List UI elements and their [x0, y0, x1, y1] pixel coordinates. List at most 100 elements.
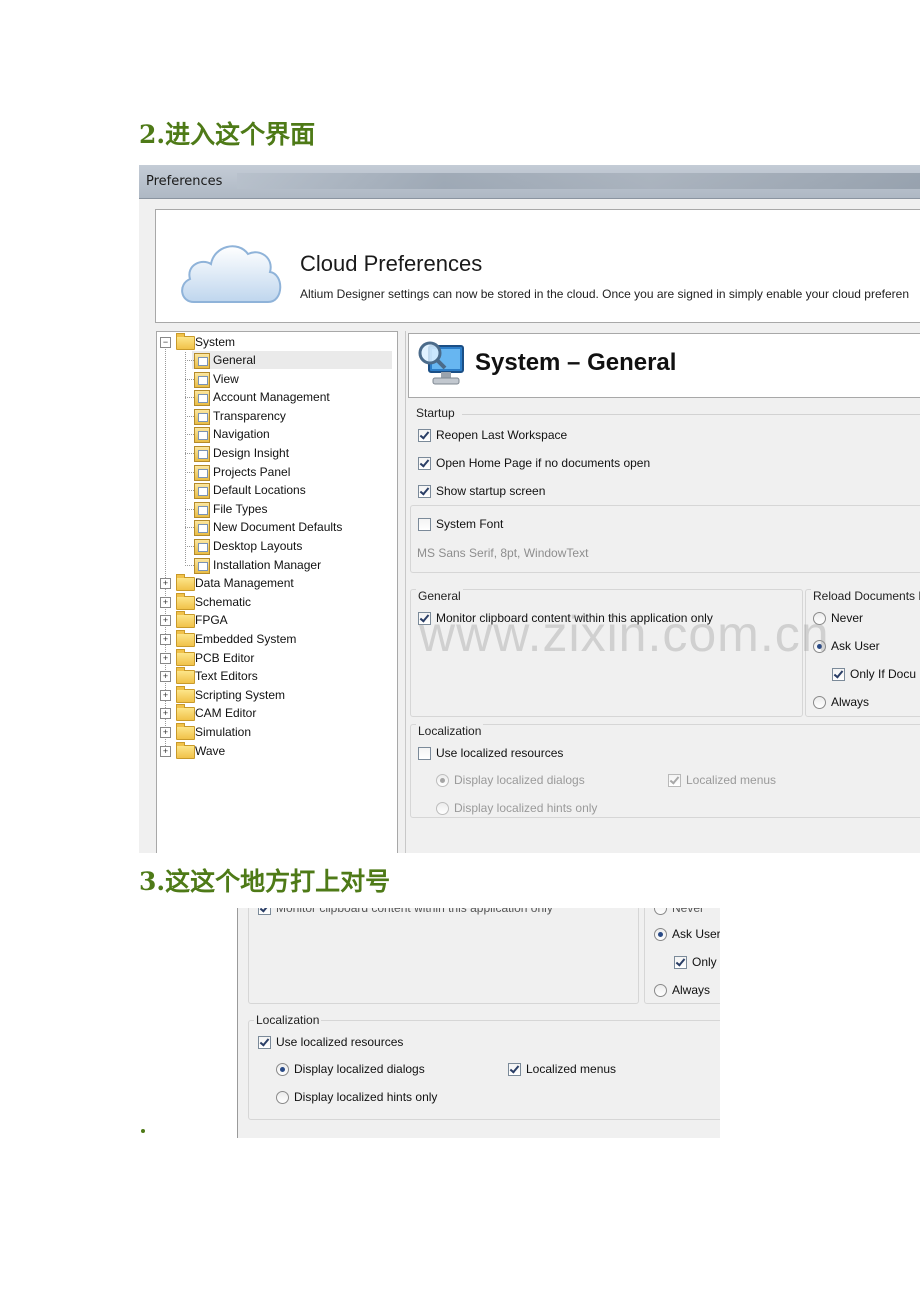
expand-icon[interactable]: + — [160, 689, 171, 701]
checkbox-checked[interactable] — [258, 1036, 271, 1049]
general-group-crop — [248, 908, 639, 1004]
tree-item-label: Navigation — [213, 427, 270, 442]
system-general-header: System – General — [408, 333, 920, 398]
tree-item-general[interactable]: General — [185, 351, 392, 369]
cloud-description: Altium Designer settings can now be stor… — [300, 287, 910, 301]
radio-label: Display localized dialogs — [454, 773, 585, 787]
tree-item-label: Design Insight — [213, 446, 290, 460]
page-icon — [194, 520, 210, 537]
tree-item-label: Simulation — [195, 725, 252, 739]
tree-guide-line — [185, 546, 194, 547]
radio-unselected[interactable] — [813, 696, 826, 709]
watermark: www.zixin.com.cn — [419, 606, 830, 662]
expand-icon[interactable]: + — [160, 671, 171, 683]
page-icon — [194, 464, 210, 481]
tree-guide-line — [185, 352, 186, 563]
folder-icon — [176, 741, 195, 759]
folder-open-icon — [176, 333, 195, 350]
checkbox-label: Use localized resources — [276, 1035, 404, 1049]
radio-label: Always — [672, 983, 711, 997]
expand-icon[interactable]: + — [160, 596, 171, 608]
radio-selected[interactable] — [276, 1063, 289, 1076]
radio-disabled-selected[interactable] — [436, 774, 449, 787]
radio-label: Display localized hints only — [294, 1090, 438, 1104]
tree-guide-line — [185, 360, 194, 361]
checkbox-label: Localized menus — [686, 773, 777, 787]
tree-item-label: General — [213, 353, 256, 367]
expand-icon[interactable]: + — [160, 578, 171, 590]
tree-guide-line — [185, 434, 194, 436]
cloud-title: Cloud Preferences — [300, 251, 483, 276]
page-icon — [194, 446, 210, 462]
collapse-icon[interactable]: − — [160, 337, 171, 348]
tree-item-label: PCB Editor — [195, 650, 255, 665]
settings-panel: System – General Startup Reopen Last Wor… — [405, 331, 920, 853]
radio-selected[interactable] — [654, 928, 667, 941]
tree-item-label: Schematic — [195, 594, 252, 609]
tree-guide-line — [185, 564, 194, 566]
radio-label: Always — [831, 695, 870, 709]
checkbox-checked[interactable] — [418, 429, 431, 442]
expand-icon[interactable]: + — [160, 634, 171, 645]
tree-item-label: Data Management — [195, 576, 294, 591]
bullet-mark — [141, 1129, 145, 1133]
checkbox-label: Show startup screen — [436, 484, 546, 498]
checkbox-label: Localized menus — [526, 1062, 617, 1076]
expand-icon[interactable]: + — [160, 652, 171, 664]
page-icon — [194, 483, 210, 500]
checkbox-label: Only If Docu — [850, 667, 917, 681]
radio-disabled[interactable] — [436, 802, 449, 815]
radio-label: Ask User — [831, 639, 880, 653]
expand-icon[interactable]: + — [160, 727, 171, 738]
blurred-titlebar-area — [237, 173, 920, 189]
checkbox-checked[interactable] — [418, 485, 431, 498]
tree-item-label: Scripting System — [195, 687, 286, 702]
startup-group-label: Startup — [416, 406, 455, 420]
checkbox-checked[interactable] — [674, 956, 687, 969]
expand-icon[interactable]: + — [160, 708, 171, 720]
checkbox-label: Only — [692, 955, 717, 969]
folder-icon — [176, 611, 195, 629]
checkbox-disabled-checked[interactable] — [668, 774, 681, 787]
folder-icon — [176, 592, 195, 610]
tree-guide-line — [185, 453, 194, 454]
checkbox-checked[interactable] — [508, 1063, 521, 1076]
page-icon — [194, 501, 210, 518]
checkbox-checked[interactable] — [832, 668, 845, 681]
tree-item-label: Text Editors — [195, 669, 258, 684]
tree-item-label: Account Management — [213, 390, 330, 405]
checkbox-label: Open Home Page if no documents open — [436, 456, 651, 470]
tree-guide-line — [185, 508, 194, 510]
checkbox-checked[interactable] — [418, 457, 431, 470]
page-icon — [194, 557, 210, 574]
tree-item-label: CAM Editor — [195, 706, 257, 721]
checkbox-unchecked[interactable] — [418, 518, 431, 531]
window-title: Preferences — [146, 174, 223, 189]
folder-icon — [176, 574, 195, 592]
folder-icon — [176, 704, 195, 722]
step-3-heading: 3.这这个地方打上对号 — [139, 867, 391, 896]
folder-icon — [176, 630, 195, 647]
folder-icon — [176, 648, 195, 666]
tree-item-label: Embedded System — [195, 632, 297, 646]
checkbox-label: Monitor clipboard content within this ap… — [276, 908, 553, 915]
checkbox-unchecked[interactable] — [418, 747, 431, 760]
folder-icon — [176, 723, 195, 740]
cloud-icon — [181, 245, 282, 303]
checkbox-checked[interactable] — [258, 908, 271, 915]
general-group-label: General — [416, 589, 463, 603]
page-icon — [194, 408, 210, 425]
expand-icon[interactable]: + — [160, 615, 171, 627]
page-icon — [194, 353, 210, 369]
radio-label: Never — [831, 611, 864, 625]
radio-unselected[interactable] — [654, 984, 667, 997]
expand-icon[interactable]: + — [160, 745, 171, 757]
radio-unselected[interactable] — [276, 1091, 289, 1104]
checkbox-label: Use localized resources — [436, 746, 564, 760]
window-titlebar: Preferences — [139, 165, 920, 199]
tree-item-label: View — [213, 371, 239, 386]
radio-label: Never — [672, 908, 705, 915]
tree-item-label: Transparency — [213, 408, 286, 423]
radio-label: Ask User — [672, 927, 720, 941]
folder-icon — [176, 667, 195, 685]
